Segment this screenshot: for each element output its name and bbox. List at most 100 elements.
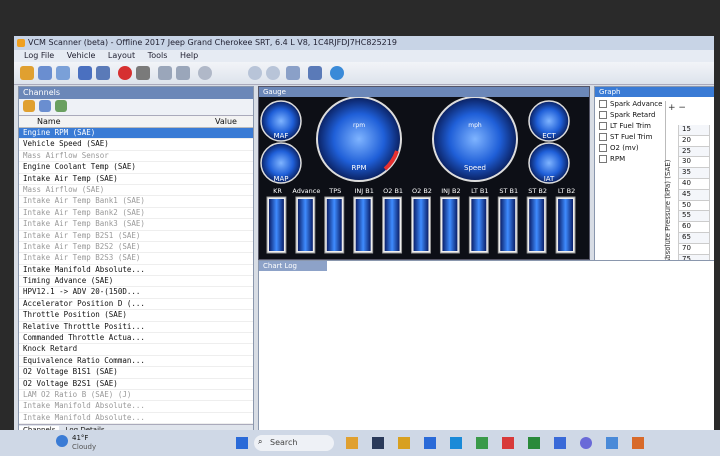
app-icon[interactable] bbox=[528, 437, 540, 449]
gauge-panel: Gauge MAF MAP rpm RPM mph Speed ECT IAT … bbox=[258, 86, 590, 260]
folder-icon[interactable] bbox=[23, 100, 35, 112]
speed-label: Speed bbox=[464, 164, 486, 172]
channel-row[interactable]: O2 Voltage B2S1 (SAE) bbox=[19, 379, 253, 390]
channel-row[interactable]: O2 Voltage B1S1 (SAE) bbox=[19, 367, 253, 379]
refresh-icon[interactable] bbox=[198, 66, 212, 80]
open-folder-icon[interactable] bbox=[20, 66, 34, 80]
graph-item-rpm[interactable]: RPM bbox=[595, 154, 663, 165]
channel-row[interactable]: LAM O2 Ratio B (SAE) (J) bbox=[19, 390, 253, 402]
channel-row[interactable]: Engine Coolant Temp (SAE) bbox=[19, 162, 253, 174]
graph-item-st-fuel-trim[interactable]: ST Fuel Trim bbox=[595, 132, 663, 143]
menu-layout[interactable]: Layout bbox=[108, 51, 135, 60]
print-icon[interactable] bbox=[56, 66, 70, 80]
checkbox-icon[interactable] bbox=[599, 111, 607, 119]
search-box[interactable]: ⌕ Search bbox=[254, 435, 334, 451]
channel-row[interactable]: HPV12.1 -> ADV 20-(150D... bbox=[19, 287, 253, 299]
graph-item-o2[interactable]: O2 (mv) bbox=[595, 143, 663, 154]
app-icon[interactable] bbox=[554, 437, 566, 449]
table-icon[interactable] bbox=[308, 66, 322, 80]
channel-row[interactable]: Vehicle Speed (SAE) bbox=[19, 139, 253, 151]
channel-row[interactable]: Mass Airflow Sensor bbox=[19, 151, 253, 163]
rpm-gauge: rpm RPM bbox=[316, 96, 402, 182]
checkbox-icon[interactable] bbox=[599, 100, 607, 108]
channel-row[interactable]: Engine RPM (SAE) bbox=[19, 128, 253, 140]
column-value[interactable]: Value bbox=[215, 116, 237, 127]
save-icon[interactable] bbox=[39, 100, 51, 112]
start-icon[interactable] bbox=[236, 437, 248, 449]
column-name[interactable]: Name bbox=[37, 116, 61, 127]
channel-row[interactable]: Intake Manifold Absolute... bbox=[19, 401, 253, 413]
channel-row[interactable]: Intake Manifold Absolute... bbox=[19, 265, 253, 277]
channel-row[interactable]: Intake Air Temp (SAE) bbox=[19, 174, 253, 185]
speed-unit: mph bbox=[468, 122, 482, 129]
channel-row[interactable]: Intake Air Temp B2S1 (SAE) bbox=[19, 231, 253, 242]
graph-item-spark-retard[interactable]: Spark Retard bbox=[595, 110, 663, 121]
bar-gauge-fill bbox=[269, 199, 284, 251]
chart-log-tab[interactable]: Chart Log bbox=[259, 261, 327, 271]
channel-row[interactable]: Intake Air Temp Bank2 (SAE) bbox=[19, 208, 253, 220]
checkbox-icon[interactable] bbox=[599, 133, 607, 141]
settings-icon[interactable] bbox=[176, 66, 190, 80]
checkbox-icon[interactable] bbox=[599, 122, 607, 130]
weather-icon[interactable] bbox=[56, 435, 68, 447]
record-icon[interactable] bbox=[118, 66, 132, 80]
menu-tools[interactable]: Tools bbox=[148, 51, 168, 60]
channel-row[interactable]: Intake Air Temp Bank3 (SAE) bbox=[19, 219, 253, 231]
iat-label: IAT bbox=[544, 175, 555, 183]
menu-vehicle[interactable]: Vehicle bbox=[67, 51, 96, 60]
axis-row-label: 30 bbox=[678, 157, 710, 169]
channel-row[interactable]: Equivalence Ratio Comman... bbox=[19, 356, 253, 368]
checkbox-icon[interactable] bbox=[599, 144, 607, 152]
taskview-icon[interactable] bbox=[372, 437, 384, 449]
channel-row[interactable]: Relative Throttle Positi... bbox=[19, 322, 253, 334]
add-icon[interactable]: + − bbox=[668, 103, 686, 113]
channel-row[interactable]: Intake Air Temp B2S3 (SAE) bbox=[19, 253, 253, 265]
channel-row[interactable]: Throttle Position (SAE) bbox=[19, 310, 253, 322]
app-icon[interactable] bbox=[632, 437, 644, 449]
filter-icon[interactable] bbox=[55, 100, 67, 112]
channels-toolbar bbox=[19, 99, 253, 116]
folder-icon[interactable] bbox=[398, 437, 410, 449]
connect-icon[interactable] bbox=[158, 66, 172, 80]
map-label: MAP bbox=[273, 175, 288, 183]
app-icon[interactable] bbox=[502, 437, 514, 449]
bar-gauge: INJ B2 bbox=[439, 187, 461, 254]
grid-icon[interactable] bbox=[78, 66, 92, 80]
layout-icon[interactable] bbox=[96, 66, 110, 80]
iat-gauge: IAT bbox=[528, 142, 570, 184]
channel-row[interactable]: Commanded Throttle Actua... bbox=[19, 333, 253, 345]
file-explorer-icon[interactable] bbox=[346, 437, 358, 449]
app-icon[interactable] bbox=[580, 437, 592, 449]
bar-gauge-fill bbox=[384, 199, 400, 251]
chart-log-panel: Chart Log bbox=[258, 260, 714, 436]
menu-bar: Log File Vehicle Layout Tools Help bbox=[14, 50, 714, 62]
axis-label: fold Absolute Pressure (kPa) (SAE) bbox=[664, 159, 672, 279]
graph-item-lt-fuel-trim[interactable]: LT Fuel Trim bbox=[595, 121, 663, 132]
zoom-in-icon[interactable] bbox=[248, 66, 262, 80]
channel-row[interactable]: Knock Retard bbox=[19, 344, 253, 356]
stop-icon[interactable] bbox=[136, 66, 150, 80]
store-icon[interactable] bbox=[476, 437, 488, 449]
chart-icon[interactable] bbox=[286, 66, 300, 80]
channel-row[interactable]: Intake Air Temp B2S2 (SAE) bbox=[19, 242, 253, 254]
info-icon[interactable] bbox=[330, 66, 344, 80]
bar-gauge: O2 B2 bbox=[411, 187, 432, 254]
checkbox-icon[interactable] bbox=[599, 155, 607, 163]
channel-row[interactable]: Mass Airflow (SAE) bbox=[19, 185, 253, 197]
channel-row[interactable]: Timing Advance (SAE) bbox=[19, 276, 253, 288]
channel-row[interactable]: Accelerator Position D (... bbox=[19, 299, 253, 311]
zoom-out-icon[interactable] bbox=[266, 66, 280, 80]
ect-gauge: ECT bbox=[528, 100, 570, 142]
channel-row[interactable]: Intake Air Temp Bank1 (SAE) bbox=[19, 196, 253, 208]
save-icon[interactable] bbox=[38, 66, 52, 80]
menu-help[interactable]: Help bbox=[180, 51, 198, 60]
channel-row[interactable]: Intake Manifold Absolute... bbox=[19, 413, 253, 425]
bar-gauge-label: LT B2 bbox=[558, 187, 575, 195]
mail-icon[interactable] bbox=[424, 437, 436, 449]
bar-gauge-fill bbox=[297, 199, 313, 251]
graph-item-spark-advance[interactable]: Spark Advance bbox=[595, 99, 663, 110]
toolbar bbox=[14, 62, 714, 85]
edge-icon[interactable] bbox=[450, 437, 462, 449]
menu-log-file[interactable]: Log File bbox=[24, 51, 54, 60]
app-icon[interactable] bbox=[606, 437, 618, 449]
